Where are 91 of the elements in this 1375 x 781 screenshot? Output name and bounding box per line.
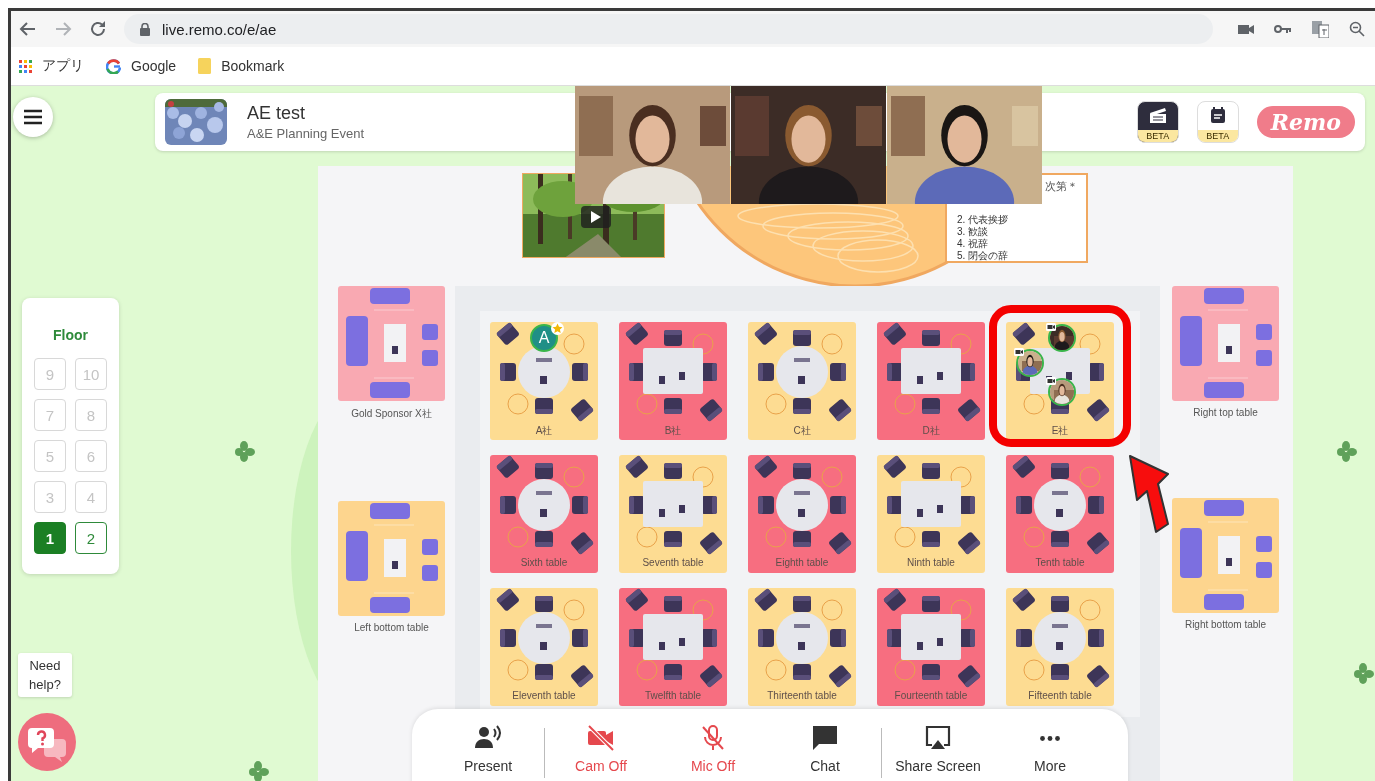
floor-title: Floor [53,327,88,343]
clover-icon [235,441,255,463]
lounge-label: Right bottom table [1184,619,1267,630]
table-tile[interactable]: Eighth table [748,455,856,573]
camera-off-icon [587,724,615,752]
lounge-label: Gold Sponsor X社 [351,407,432,421]
table-tile[interactable]: C社 [748,322,856,440]
table-label: Thirteenth table [766,690,838,701]
bookmark-item[interactable]: Bookmark [198,58,285,74]
lounge-tile[interactable] [338,286,445,401]
control-button[interactable]: Mic Off [657,724,769,774]
camera-icon [1046,323,1056,331]
table-tile[interactable]: Ninth table [877,455,985,573]
table-label: Fourteenth table [893,690,969,701]
table-tile[interactable]: Twelfth table [619,588,727,706]
lounge-tile[interactable] [338,501,445,616]
url-text: live.remo.co/e/ae [162,20,277,38]
camera-icon[interactable] [1238,23,1254,35]
event-subtitle: A&E Planning Event [247,126,365,141]
table-tile[interactable]: Fifteenth table [1006,588,1114,706]
bookmark-item[interactable]: アプリ [19,57,84,75]
table-tile[interactable]: Fourteenth table [877,588,985,706]
table-tile[interactable]: B社 [619,322,727,440]
user-avatar[interactable] [1048,378,1076,406]
google-icon [106,58,121,74]
zoom-out-icon[interactable] [1349,21,1365,37]
table-label: B社 [663,424,683,438]
reload-icon[interactable] [89,20,107,38]
table-label: Ninth table [906,557,956,568]
control-button[interactable]: Share Screen [882,724,994,774]
table-tile[interactable]: Thirteenth table [748,588,856,706]
play-button[interactable] [581,206,611,228]
lock-icon [140,22,150,36]
clover-icon [249,761,269,781]
star-icon [551,322,564,335]
help-tooltip: Need help? [18,653,72,697]
table-label: Sixth table [519,557,569,568]
table-tile[interactable]: Tenth table [1006,455,1114,573]
lounge-tile[interactable] [1172,498,1279,613]
clapperboard-icon [1148,106,1167,124]
agenda-item: 4. 祝辞 [957,238,990,250]
more-icon [1040,736,1060,741]
clover-icon [1337,441,1357,463]
agenda-item: 3. 歓談 [957,226,990,238]
table-label: C社 [792,424,812,438]
floor-button[interactable]: 2 [75,522,107,554]
camera-icon [1046,377,1056,385]
agenda-item: 5. 閉会の辞 [957,250,1010,262]
lounge-label: Right top table [1193,407,1258,418]
chat-icon [811,724,839,752]
clover-icon [1354,663,1374,685]
control-button[interactable]: More [994,724,1106,774]
clapperboard-button[interactable]: BETA [1136,101,1179,143]
help-button[interactable] [18,713,76,771]
agenda-item: 2. 代表挨拶 [957,214,1010,226]
table-label: Eighth table [774,557,830,568]
calendar-icon [1209,106,1226,124]
back-icon[interactable] [19,20,37,38]
table-label: Eleventh table [511,690,577,701]
apps-grid-icon [19,59,32,73]
share-screen-icon [924,724,952,752]
floor-button[interactable]: 1 [34,522,66,554]
table-label: Tenth table [1034,557,1086,568]
table-label: D社 [921,424,941,438]
table-label: Twelfth table [643,690,703,701]
control-button[interactable]: Cam Off [545,724,657,774]
table-tile[interactable]: Eleventh table [490,588,598,706]
bookmark-item[interactable]: Google [106,58,177,74]
play-icon [591,211,601,223]
table-label: Fifteenth table [1027,690,1093,701]
control-button[interactable]: Present [432,724,544,774]
table-label: E社 [1050,424,1070,438]
menu-icon[interactable] [12,96,54,138]
folder-icon [198,58,212,74]
address-bar[interactable]: live.remo.co/e/ae [124,14,1213,44]
control-button[interactable]: Chat [769,724,881,774]
key-icon[interactable] [1274,24,1292,34]
table-label: Seventh table [641,557,705,568]
mic-off-icon [699,724,727,752]
table-tile[interactable]: Sixth table [490,455,598,573]
table-label: A社 [534,424,554,438]
remo-logo: Remo [1256,106,1355,138]
lounge-tile[interactable] [1172,286,1279,401]
translate-icon[interactable] [1312,20,1329,38]
agenda-title: 次第＊ [1044,179,1078,194]
camera-icon [1014,348,1024,356]
table-tile[interactable]: Seventh table [619,455,727,573]
calendar-button[interactable]: BETA [1196,101,1239,143]
table-tile[interactable]: D社 [877,322,985,440]
lounge-label: Left bottom table [354,622,429,633]
event-title: AE test [247,103,307,124]
